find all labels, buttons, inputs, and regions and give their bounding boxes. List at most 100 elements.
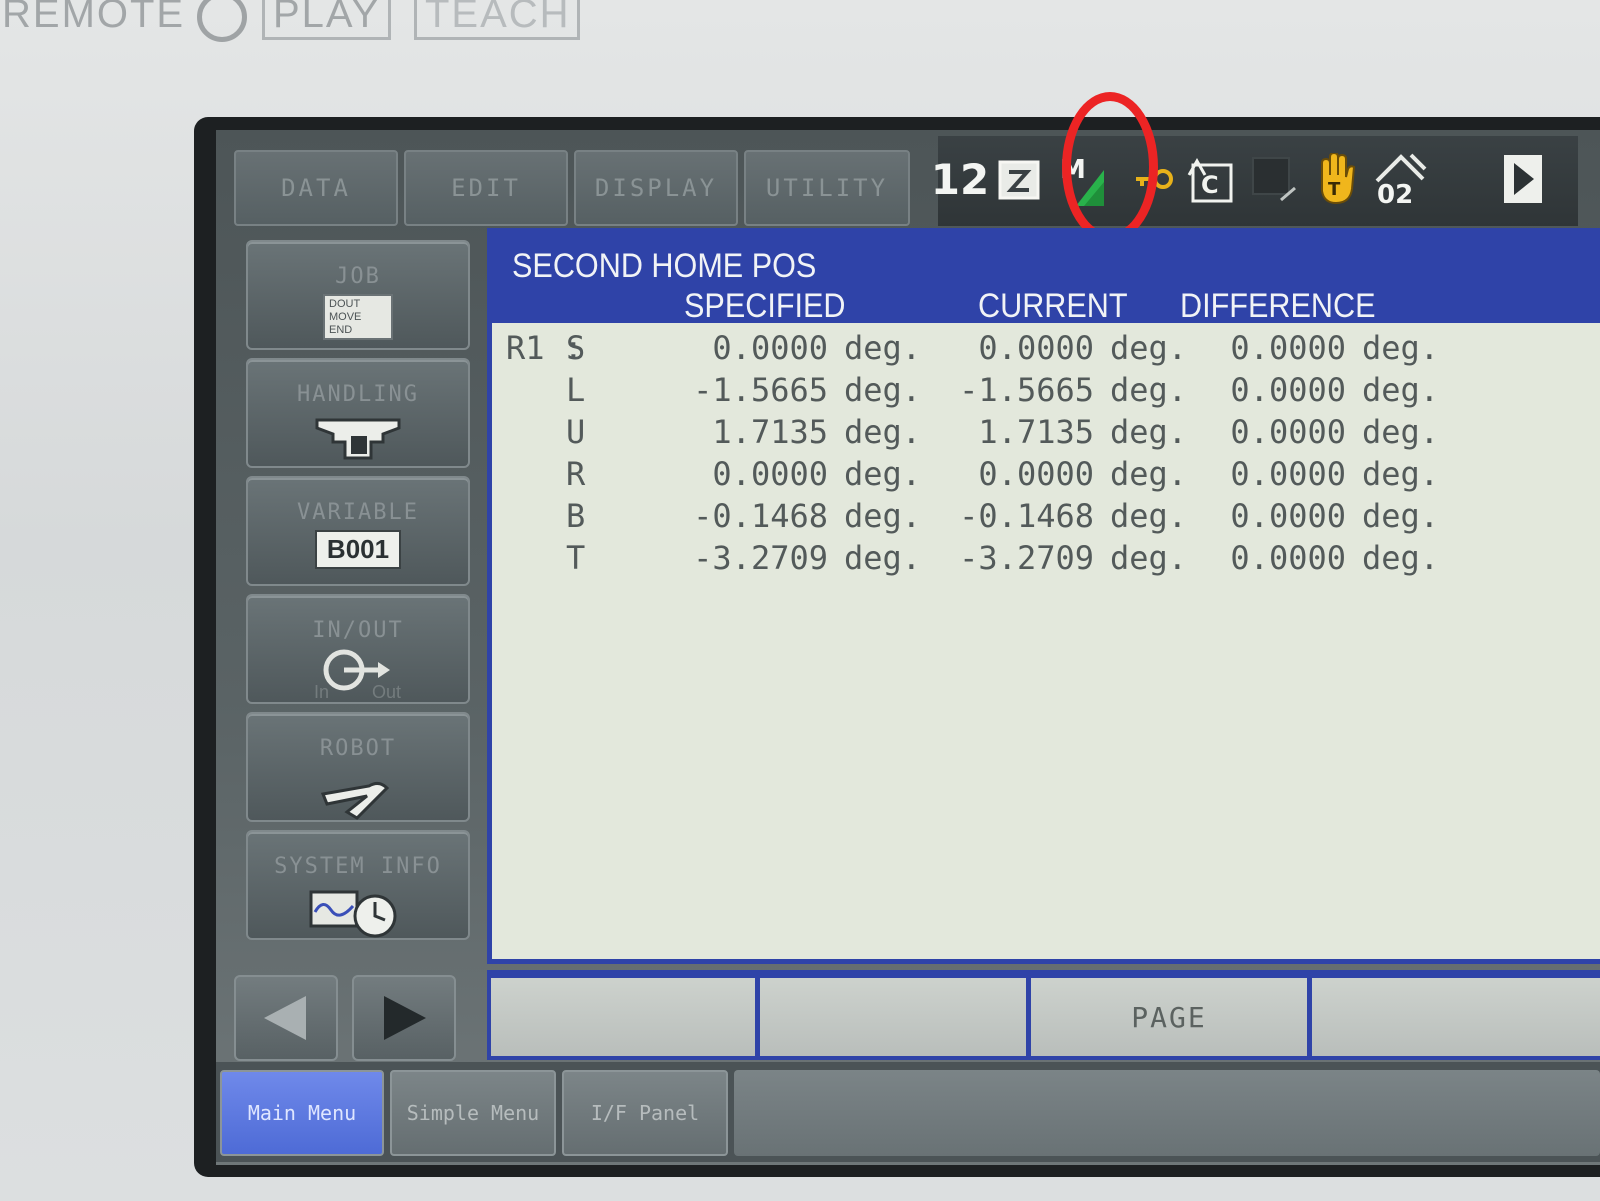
specified-unit: deg. xyxy=(844,329,922,367)
axis-label: S xyxy=(566,329,586,367)
current-value: -1.5665 xyxy=(959,371,1094,409)
right-arrow-icon xyxy=(384,996,426,1040)
difference-unit: deg. xyxy=(1362,413,1440,451)
current-value: -3.2709 xyxy=(959,539,1094,577)
specified-value: 1.7135 xyxy=(712,413,828,451)
specified-unit: deg. xyxy=(844,497,922,535)
job-icon-text: DOUT MOVE END xyxy=(323,294,393,340)
function-key-2[interactable] xyxy=(760,978,1026,1056)
difference-unit: deg. xyxy=(1362,371,1440,409)
side-system-info-label: SYSTEM INFO xyxy=(274,854,442,879)
servo-hand-icon[interactable]: T xyxy=(1310,148,1362,210)
page-title: SECOND HOME POS xyxy=(512,247,817,285)
specified-unit: deg. xyxy=(844,455,922,493)
axis-label: R xyxy=(566,455,586,493)
page-button[interactable]: PAGE xyxy=(1031,978,1307,1056)
table-row: B -0.1468 deg. -0.1468 deg. 0.0000 deg. xyxy=(492,497,1600,539)
robot-arm-icon xyxy=(248,766,468,820)
security-number: 02 xyxy=(1377,180,1413,207)
side-handling-label: HANDLING xyxy=(297,382,419,407)
casing-remote-label: REMOTE xyxy=(2,0,186,36)
difference-unit: deg. xyxy=(1362,329,1440,367)
specified-value: 0.0000 xyxy=(712,455,828,493)
inout-out-text: Out xyxy=(372,682,401,702)
table-row: L -1.5665 deg. -1.5665 deg. 0.0000 deg. xyxy=(492,371,1600,413)
side-variable-button[interactable]: VARIABLE B001 xyxy=(246,476,470,586)
highlight-circle xyxy=(1062,92,1158,242)
table-row: U 1.7135 deg. 1.7135 deg. 0.0000 deg. xyxy=(492,413,1600,455)
specified-value: -0.1468 xyxy=(693,497,828,535)
specified-unit: deg. xyxy=(844,413,922,451)
side-inout-button[interactable]: IN/OUT In Out xyxy=(246,594,470,704)
specified-value: 0.0000 xyxy=(712,329,828,367)
svg-text:T: T xyxy=(1328,179,1341,200)
table-row: R 0.0000 deg. 0.0000 deg. 0.0000 deg. xyxy=(492,455,1600,497)
axis-label: T xyxy=(566,539,586,577)
axis-label: L xyxy=(566,371,586,409)
edit-mode-icon[interactable] xyxy=(994,148,1046,210)
side-job-button[interactable]: JOB DOUT MOVE END xyxy=(246,240,470,350)
current-unit: deg. xyxy=(1110,329,1188,367)
difference-unit: deg. xyxy=(1362,539,1440,577)
current-unit: deg. xyxy=(1110,497,1188,535)
system-info-icon xyxy=(248,884,468,940)
second-home-pos-panel: SECOND HOME POS SPECIFIED CURRENT DIFFER… xyxy=(487,228,1600,964)
prev-page-button[interactable] xyxy=(234,975,338,1061)
menu-utility[interactable]: UTILITY xyxy=(744,150,910,226)
job-icon: DOUT MOVE END xyxy=(248,294,468,340)
specified-unit: deg. xyxy=(844,539,922,577)
specified-value: -3.2709 xyxy=(693,539,828,577)
difference-value: 0.0000 xyxy=(1230,329,1346,367)
difference-unit: deg. xyxy=(1362,497,1440,535)
inout-in-text: In xyxy=(314,682,329,702)
tab-if-panel[interactable]: I/F Panel xyxy=(562,1070,728,1156)
side-job-label: JOB xyxy=(335,264,381,289)
current-unit: deg. xyxy=(1110,371,1188,409)
handling-icon xyxy=(248,412,468,462)
left-arrow-icon xyxy=(264,996,306,1040)
menu-display[interactable]: DISPLAY xyxy=(574,150,738,226)
side-variable-label: VARIABLE xyxy=(297,500,419,525)
col-specified: SPECIFIED xyxy=(684,287,846,325)
specified-value: -1.5665 xyxy=(693,371,828,409)
tab-main-menu[interactable]: Main Menu xyxy=(220,1070,384,1156)
col-difference: DIFFERENCE xyxy=(1180,287,1376,325)
difference-value: 0.0000 xyxy=(1230,539,1346,577)
axis-label: B xyxy=(566,497,586,535)
side-robot-button[interactable]: ROBOT xyxy=(246,712,470,822)
side-robot-label: ROBOT xyxy=(319,736,397,761)
side-handling-button[interactable]: HANDLING xyxy=(246,358,470,468)
tab-simple-menu[interactable]: Simple Menu xyxy=(390,1070,556,1156)
casing-play-label: PLAY xyxy=(262,0,392,40)
current-unit: deg. xyxy=(1110,539,1188,577)
next-page-button[interactable] xyxy=(352,975,456,1061)
side-inout-label: IN/OUT xyxy=(312,618,404,643)
current-unit: deg. xyxy=(1110,413,1188,451)
specified-unit: deg. xyxy=(844,371,922,409)
panel-header: SECOND HOME POS SPECIFIED CURRENT DIFFER… xyxy=(492,233,1600,325)
difference-unit: deg. xyxy=(1362,455,1440,493)
menu-edit[interactable]: EDIT xyxy=(404,150,568,226)
difference-value: 0.0000 xyxy=(1230,413,1346,451)
group-axis-icon[interactable]: 12 xyxy=(931,148,989,210)
current-value: -0.1468 xyxy=(959,497,1094,535)
variable-icon: B001 xyxy=(248,530,468,569)
coordinate-icon[interactable] xyxy=(1250,148,1302,210)
security-level-icon[interactable]: 02 xyxy=(1370,148,1430,210)
current-unit: deg. xyxy=(1110,455,1188,493)
casing-teach-label: TEACH xyxy=(414,0,580,40)
function-key-1[interactable] xyxy=(491,978,755,1056)
side-system-info-button[interactable]: SYSTEM INFO xyxy=(246,830,470,940)
next-arrow-icon[interactable] xyxy=(1500,148,1548,210)
table-row: R1 : S 0.0000 deg. 0.0000 deg. 0.0000 deg. xyxy=(492,329,1600,371)
bottom-tab-filler xyxy=(734,1070,1600,1156)
axis-label: U xyxy=(566,413,586,451)
menu-data[interactable]: DATA xyxy=(234,150,398,226)
function-key-4[interactable] xyxy=(1312,978,1600,1056)
table-row: T -3.2709 deg. -3.2709 deg. 0.0000 deg. xyxy=(492,539,1600,581)
col-current: CURRENT xyxy=(978,287,1128,325)
current-value: 1.7135 xyxy=(978,413,1094,451)
difference-value: 0.0000 xyxy=(1230,497,1346,535)
current-value: 0.0000 xyxy=(978,329,1094,367)
cycle-icon[interactable]: C xyxy=(1184,148,1236,210)
